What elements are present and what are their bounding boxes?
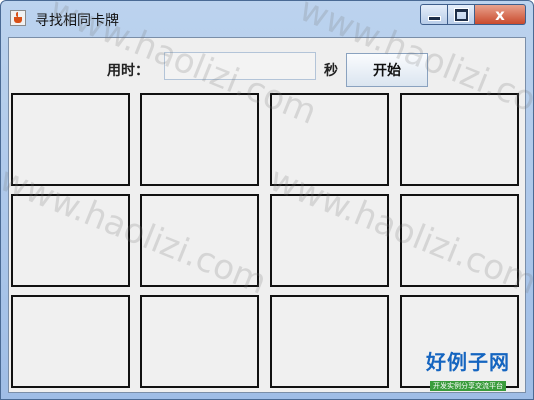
app-window: 寻找相同卡牌 x 用时： 秒 开始 www.haolizi.com www.ha… [0, 0, 534, 400]
minimize-icon [427, 16, 441, 21]
time-field[interactable] [164, 52, 316, 80]
card[interactable] [400, 93, 519, 186]
maximize-button[interactable] [448, 4, 475, 25]
close-icon: x [495, 5, 505, 24]
close-button[interactable]: x [475, 4, 526, 25]
maximize-icon [454, 8, 468, 21]
card[interactable] [11, 93, 130, 186]
site-logo: 好例子网 开发实例分享交流平台 [423, 351, 513, 391]
card[interactable] [140, 295, 259, 388]
logo-main-text: 好例子网 [426, 350, 510, 374]
minimize-button[interactable] [420, 4, 448, 25]
card-grid [11, 93, 525, 393]
card[interactable] [400, 194, 519, 287]
logo-sub-text: 开发实例分享交流平台 [430, 381, 506, 391]
seconds-label: 秒 [324, 63, 338, 79]
card[interactable] [270, 194, 389, 287]
card[interactable] [11, 194, 130, 287]
time-label: 用时： [107, 63, 149, 79]
card[interactable] [140, 93, 259, 186]
card[interactable] [270, 295, 389, 388]
start-button[interactable]: 开始 [346, 53, 428, 87]
content-panel: 用时： 秒 开始 [8, 37, 526, 393]
card[interactable] [11, 295, 130, 388]
window-title: 寻找相同卡牌 [35, 13, 119, 29]
title-bar[interactable]: 寻找相同卡牌 x [1, 1, 533, 37]
card[interactable] [270, 93, 389, 186]
java-cup-icon[interactable] [10, 10, 26, 26]
card[interactable] [140, 194, 259, 287]
